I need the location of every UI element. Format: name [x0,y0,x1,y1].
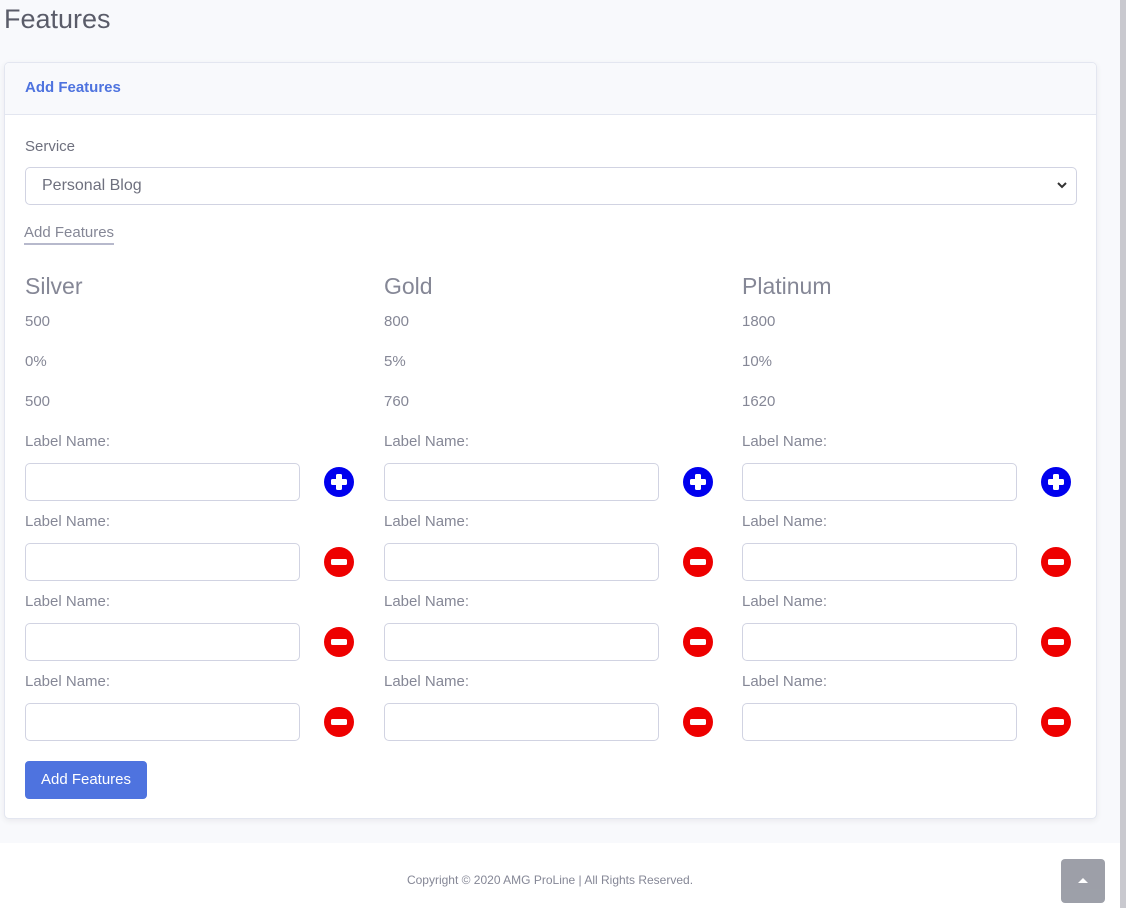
scroll-to-top-button[interactable] [1061,859,1105,903]
plan-discount: 0% [25,353,47,370]
minus-circle-icon[interactable] [323,546,355,578]
label-name-input[interactable] [384,623,659,661]
label-name-input[interactable] [25,623,300,661]
service-label: Service [25,138,76,155]
plus-circle-icon[interactable] [682,466,714,498]
minus-circle-icon[interactable] [682,626,714,658]
label-name-input[interactable] [25,703,300,741]
plus-circle-icon[interactable] [1040,466,1072,498]
plan-column-platinum: Platinum 1800 10% 1620 Label Name: Label Name… [742,273,1082,753]
label-name-input[interactable] [742,623,1017,661]
minus-circle-icon[interactable] [682,546,714,578]
label-name-label: Label Name: [25,433,111,450]
page-title: Features [4,4,111,34]
footer: Copyright © 2020 AMG ProLine | All Right… [0,843,1120,908]
label-name-label: Label Name: [742,513,828,530]
add-features-button[interactable]: Add Features [25,761,147,799]
minus-circle-icon[interactable] [323,626,355,658]
plan-name: Gold [384,273,433,299]
copyright-text: Copyright © 2020 AMG ProLine | All Right… [406,873,694,887]
label-name-label: Label Name: [384,673,470,690]
chevron-up-icon [1078,878,1088,883]
label-name-label: Label Name: [25,673,111,690]
label-name-label: Label Name: [25,513,111,530]
minus-circle-icon[interactable] [323,706,355,738]
plan-name: Platinum [742,273,832,299]
label-name-input[interactable] [742,543,1017,581]
scrollbar[interactable] [1120,0,1126,908]
minus-circle-icon[interactable] [1040,706,1072,738]
label-name-label: Label Name: [384,433,470,450]
label-name-input[interactable] [25,543,300,581]
chevron-down-icon [1057,182,1067,189]
label-name-input[interactable] [384,703,659,741]
plan-final-price: 1620 [742,393,776,410]
label-name-label: Label Name: [742,433,828,450]
plan-price: 800 [384,313,410,330]
label-name-label: Label Name: [742,673,828,690]
plan-discount: 5% [384,353,406,370]
label-name-label: Label Name: [384,593,470,610]
label-name-input[interactable] [742,703,1017,741]
plan-name: Silver [25,273,83,299]
plan-column-silver: Silver 500 0% 500 Label Name: Label Name: Labe… [25,273,365,753]
label-name-label: Label Name: [384,513,470,530]
plan-column-gold: Gold 800 5% 760 Label Name: Label Name: Label … [384,273,724,753]
label-name-label: Label Name: [742,593,828,610]
minus-circle-icon[interactable] [682,706,714,738]
label-name-input[interactable] [742,463,1017,501]
add-features-card: Add Features Service Personal Blog Add F… [4,62,1097,819]
plus-circle-icon[interactable] [323,466,355,498]
label-name-label: Label Name: [25,593,111,610]
card-title: Add Features [25,79,121,96]
minus-circle-icon[interactable] [1040,626,1072,658]
label-name-input[interactable] [384,543,659,581]
plan-final-price: 500 [25,393,51,410]
plan-price: 1800 [742,313,776,330]
service-selected-value: Personal Blog [42,177,142,194]
plan-final-price: 760 [384,393,410,410]
minus-circle-icon[interactable] [1040,546,1072,578]
label-name-input[interactable] [25,463,300,501]
card-header: Add Features [5,63,1096,115]
plan-price: 500 [25,313,51,330]
plan-discount: 10% [742,353,773,370]
label-name-input[interactable] [384,463,659,501]
service-select[interactable]: Personal Blog [25,167,1077,205]
add-features-link[interactable]: Add Features [24,224,115,245]
